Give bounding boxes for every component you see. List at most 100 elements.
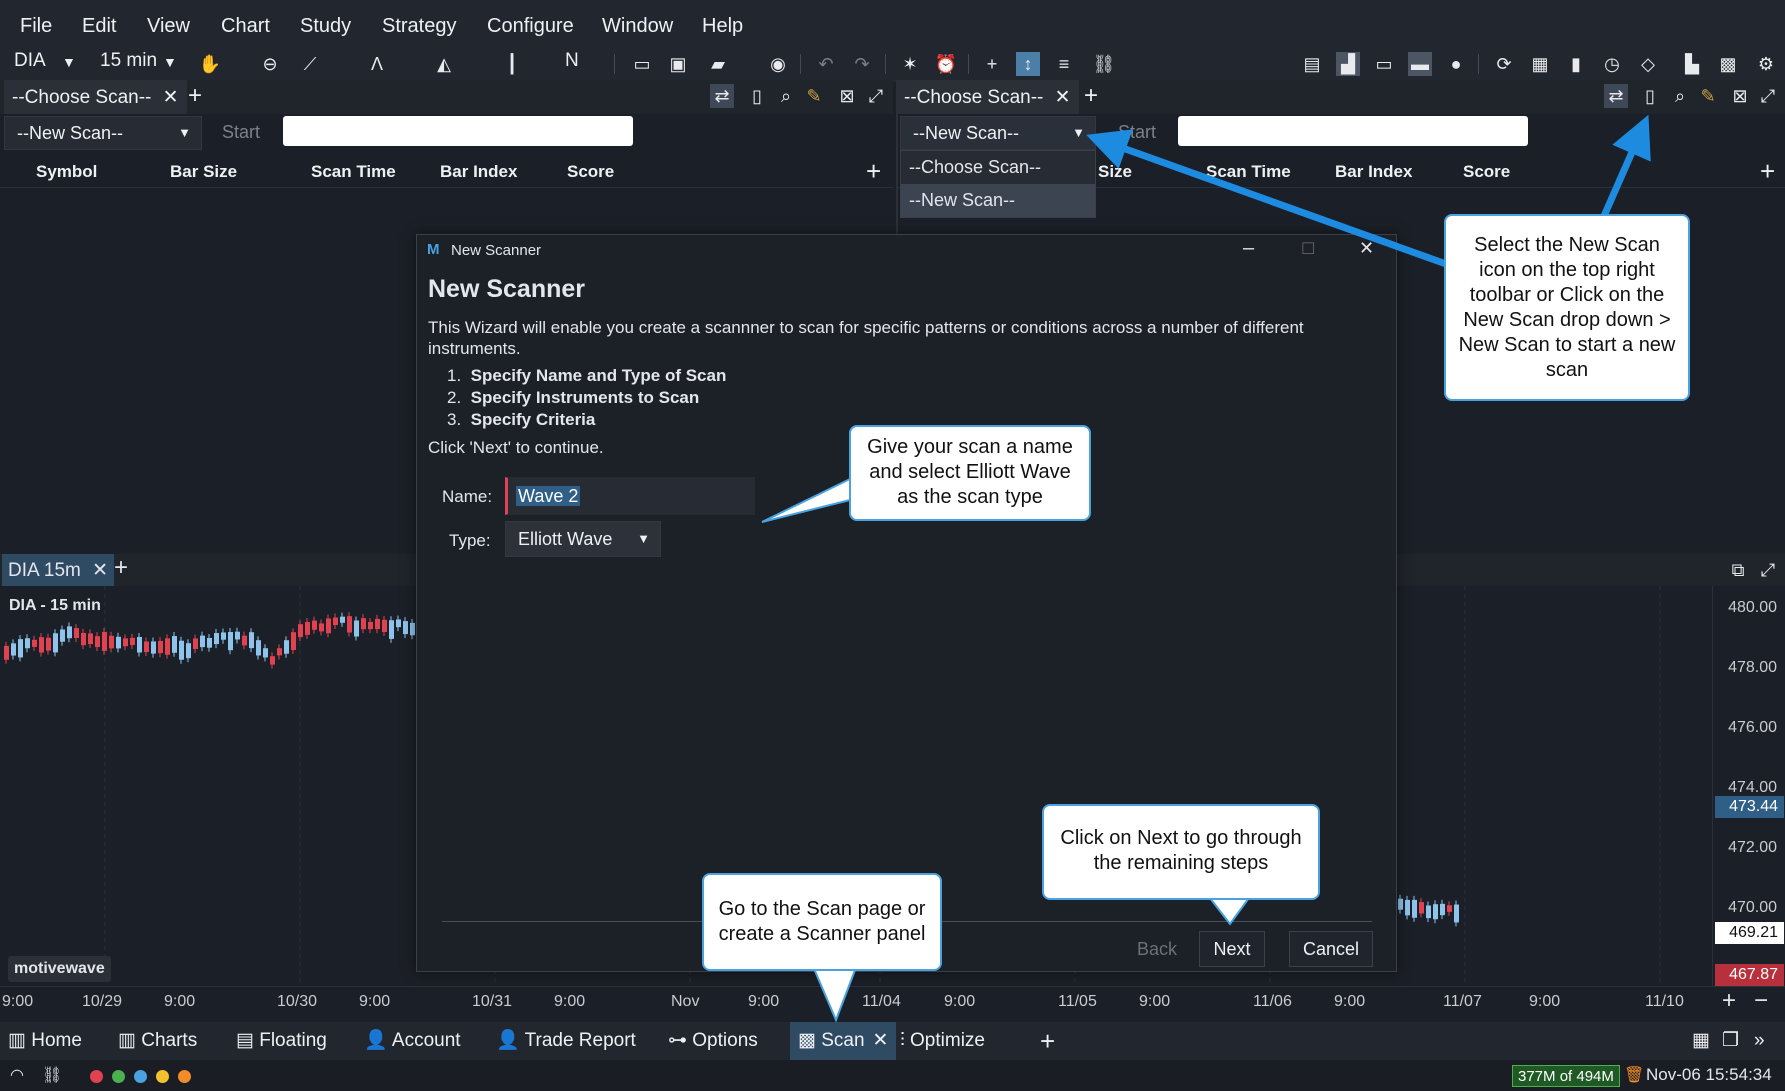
camera-icon[interactable]: ◉ bbox=[766, 52, 790, 76]
add-tab-icon[interactable]: + bbox=[188, 82, 202, 110]
col-bar-index[interactable]: Bar Index bbox=[1335, 162, 1412, 182]
zoom-out-icon[interactable]: ⊖ bbox=[258, 52, 282, 76]
zoom-in-icon[interactable]: + bbox=[1722, 987, 1736, 1015]
export-icon[interactable]: ⊠ bbox=[1728, 84, 1752, 108]
close-icon[interactable]: ✕ bbox=[163, 87, 179, 108]
add-column-icon[interactable]: + bbox=[1760, 156, 1775, 187]
menu-help[interactable]: Help bbox=[702, 15, 743, 38]
n-button[interactable]: N bbox=[565, 50, 579, 72]
swap-icon[interactable]: ⇄ bbox=[1604, 84, 1628, 108]
col-scan-time[interactable]: Scan Time bbox=[1206, 162, 1291, 182]
add-column-icon[interactable]: + bbox=[866, 156, 881, 187]
save-icon[interactable]: ▣ bbox=[666, 52, 690, 76]
add-page-icon[interactable]: + bbox=[1040, 1022, 1055, 1060]
crosshair-icon[interactable]: + bbox=[980, 52, 1004, 76]
menu-lines-icon[interactable]: ≡ bbox=[1052, 52, 1076, 76]
alarm-icon[interactable]: ⏰ bbox=[934, 52, 958, 76]
panel-icon[interactable]: ▬ bbox=[1408, 52, 1432, 76]
col-score[interactable]: Score bbox=[1463, 162, 1510, 182]
bar-style-icon[interactable]: ┃ bbox=[500, 52, 524, 76]
back-button[interactable]: Back bbox=[1122, 931, 1192, 967]
tab-choose-scan-right[interactable]: --Choose Scan-- ✕ bbox=[896, 80, 1079, 114]
scan-name-input[interactable]: Wave 2 bbox=[505, 477, 755, 515]
nav-charts[interactable]: ▥ Charts bbox=[118, 1022, 197, 1060]
popout-icon[interactable]: ⧉ bbox=[1726, 558, 1750, 582]
nav-scan[interactable]: ▩ Scan ✕ bbox=[790, 1022, 897, 1060]
memory-indicator[interactable]: 377M of 494M bbox=[1512, 1065, 1620, 1087]
table-icon[interactable]: ▦ bbox=[1528, 52, 1552, 76]
symbol-selector[interactable]: DIA bbox=[14, 50, 46, 72]
scan-filter-input-right[interactable] bbox=[1178, 116, 1528, 146]
edit-icon[interactable]: ✎ bbox=[1696, 84, 1720, 108]
scan-filter-input-left[interactable] bbox=[283, 116, 633, 146]
timeframe-selector[interactable]: 15 min bbox=[100, 50, 157, 72]
chart-toggle-icon[interactable]: ▟ bbox=[1336, 52, 1360, 76]
close-icon[interactable]: ✕ bbox=[1055, 87, 1071, 108]
close-icon[interactable]: ✕ bbox=[92, 560, 108, 581]
chevron-down-icon[interactable]: ▼ bbox=[163, 54, 177, 70]
col-size[interactable]: Size bbox=[1098, 162, 1132, 182]
undo-icon[interactable]: ↶ bbox=[814, 52, 838, 76]
edit-icon[interactable]: ✎ bbox=[802, 84, 826, 108]
col-score[interactable]: Score bbox=[567, 162, 614, 182]
history-icon[interactable]: ◷ bbox=[1600, 52, 1624, 76]
scan-type-select[interactable]: Elliott Wave ▼ bbox=[505, 521, 661, 557]
nav-floating[interactable]: ▤ Floating bbox=[236, 1022, 327, 1060]
nav-account[interactable]: 👤 Account bbox=[364, 1022, 461, 1060]
expand-icon[interactable]: ⤢ bbox=[1756, 84, 1780, 108]
hand-icon[interactable]: ✋ bbox=[198, 52, 222, 76]
nav-optimize[interactable]: ⫶ Optimize bbox=[900, 1022, 985, 1060]
close-icon[interactable]: ✕ bbox=[873, 1030, 889, 1051]
toolbar-icon[interactable]: ▤ bbox=[1300, 52, 1324, 76]
maximize-icon[interactable]: ☐ bbox=[1301, 239, 1315, 259]
chevron-down-icon[interactable]: ▼ bbox=[62, 54, 76, 70]
shapes-icon[interactable]: ▙ bbox=[1680, 52, 1704, 76]
menu-window[interactable]: Window bbox=[602, 15, 673, 38]
add-tab-icon[interactable]: + bbox=[1084, 82, 1098, 110]
expand-icon[interactable]: ⤢ bbox=[864, 84, 888, 108]
new-page-icon[interactable]: ▭ bbox=[630, 52, 654, 76]
area-tool-icon[interactable]: ◭ bbox=[432, 52, 456, 76]
menu-configure[interactable]: Configure bbox=[487, 15, 574, 38]
menu-strategy[interactable]: Strategy bbox=[382, 15, 456, 38]
col-symbol[interactable]: Symbol bbox=[36, 162, 97, 182]
new-scan-icon[interactable]: ▯ bbox=[745, 84, 769, 108]
dropdown-option-choose-scan[interactable]: --Choose Scan-- bbox=[901, 151, 1095, 184]
time-axis[interactable]: 9:00 10/29 9:00 10/30 9:00 10/31 9:00 No… bbox=[0, 986, 1785, 1022]
scan-select-left[interactable]: --New Scan-- ▼ bbox=[4, 116, 202, 150]
auto-scale-icon[interactable]: ↕ bbox=[1016, 52, 1040, 76]
tab-choose-scan-left[interactable]: --Choose Scan-- ✕ bbox=[4, 80, 187, 114]
col-bar-index[interactable]: Bar Index bbox=[440, 162, 517, 182]
magic-wand-icon[interactable]: ✶ bbox=[898, 52, 922, 76]
redo-icon[interactable]: ↷ bbox=[850, 52, 874, 76]
menu-study[interactable]: Study bbox=[300, 15, 351, 38]
copy-icon[interactable]: ❐ bbox=[1722, 1022, 1739, 1060]
window-icon[interactable]: ▭ bbox=[1372, 52, 1396, 76]
search-icon[interactable]: ⌕ bbox=[1668, 84, 1692, 108]
menu-view[interactable]: View bbox=[147, 15, 190, 38]
trash-icon[interactable]: 🗑 bbox=[1624, 1065, 1644, 1085]
tag-icon[interactable]: ◇ bbox=[1636, 52, 1660, 76]
scan-select-right[interactable]: --New Scan-- ▼ bbox=[900, 116, 1096, 150]
menu-file[interactable]: File bbox=[20, 15, 52, 38]
next-button[interactable]: Next bbox=[1199, 931, 1265, 967]
coins-icon[interactable]: ● bbox=[1444, 52, 1468, 76]
more-icon[interactable]: » bbox=[1754, 1022, 1765, 1060]
swap-icon[interactable]: ⇄ bbox=[710, 84, 734, 108]
new-scan-icon[interactable]: ▯ bbox=[1638, 84, 1662, 108]
add-tab-icon[interactable]: + bbox=[114, 554, 128, 582]
menu-chart[interactable]: Chart bbox=[221, 15, 270, 38]
col-bar-size[interactable]: Bar Size bbox=[170, 162, 237, 182]
nav-home[interactable]: ▥ Home bbox=[8, 1022, 82, 1060]
minimize-icon[interactable]: – bbox=[1243, 237, 1254, 260]
wave-tool-icon[interactable]: Λ bbox=[365, 52, 389, 76]
notebook-icon[interactable]: ▮ bbox=[1564, 52, 1588, 76]
zoom-out-icon[interactable]: − bbox=[1754, 987, 1768, 1015]
table-icon[interactable]: ▦ bbox=[1692, 1022, 1710, 1060]
scan-icon[interactable]: ▩ bbox=[1716, 52, 1740, 76]
expand-icon[interactable]: ⤢ bbox=[1756, 558, 1780, 582]
line-tool-icon[interactable]: ⟋ bbox=[298, 52, 322, 76]
refresh-icon[interactable]: ⟳ bbox=[1492, 52, 1516, 76]
col-scan-time[interactable]: Scan Time bbox=[311, 162, 396, 182]
link-icon[interactable]: ⛓ bbox=[1092, 52, 1116, 76]
